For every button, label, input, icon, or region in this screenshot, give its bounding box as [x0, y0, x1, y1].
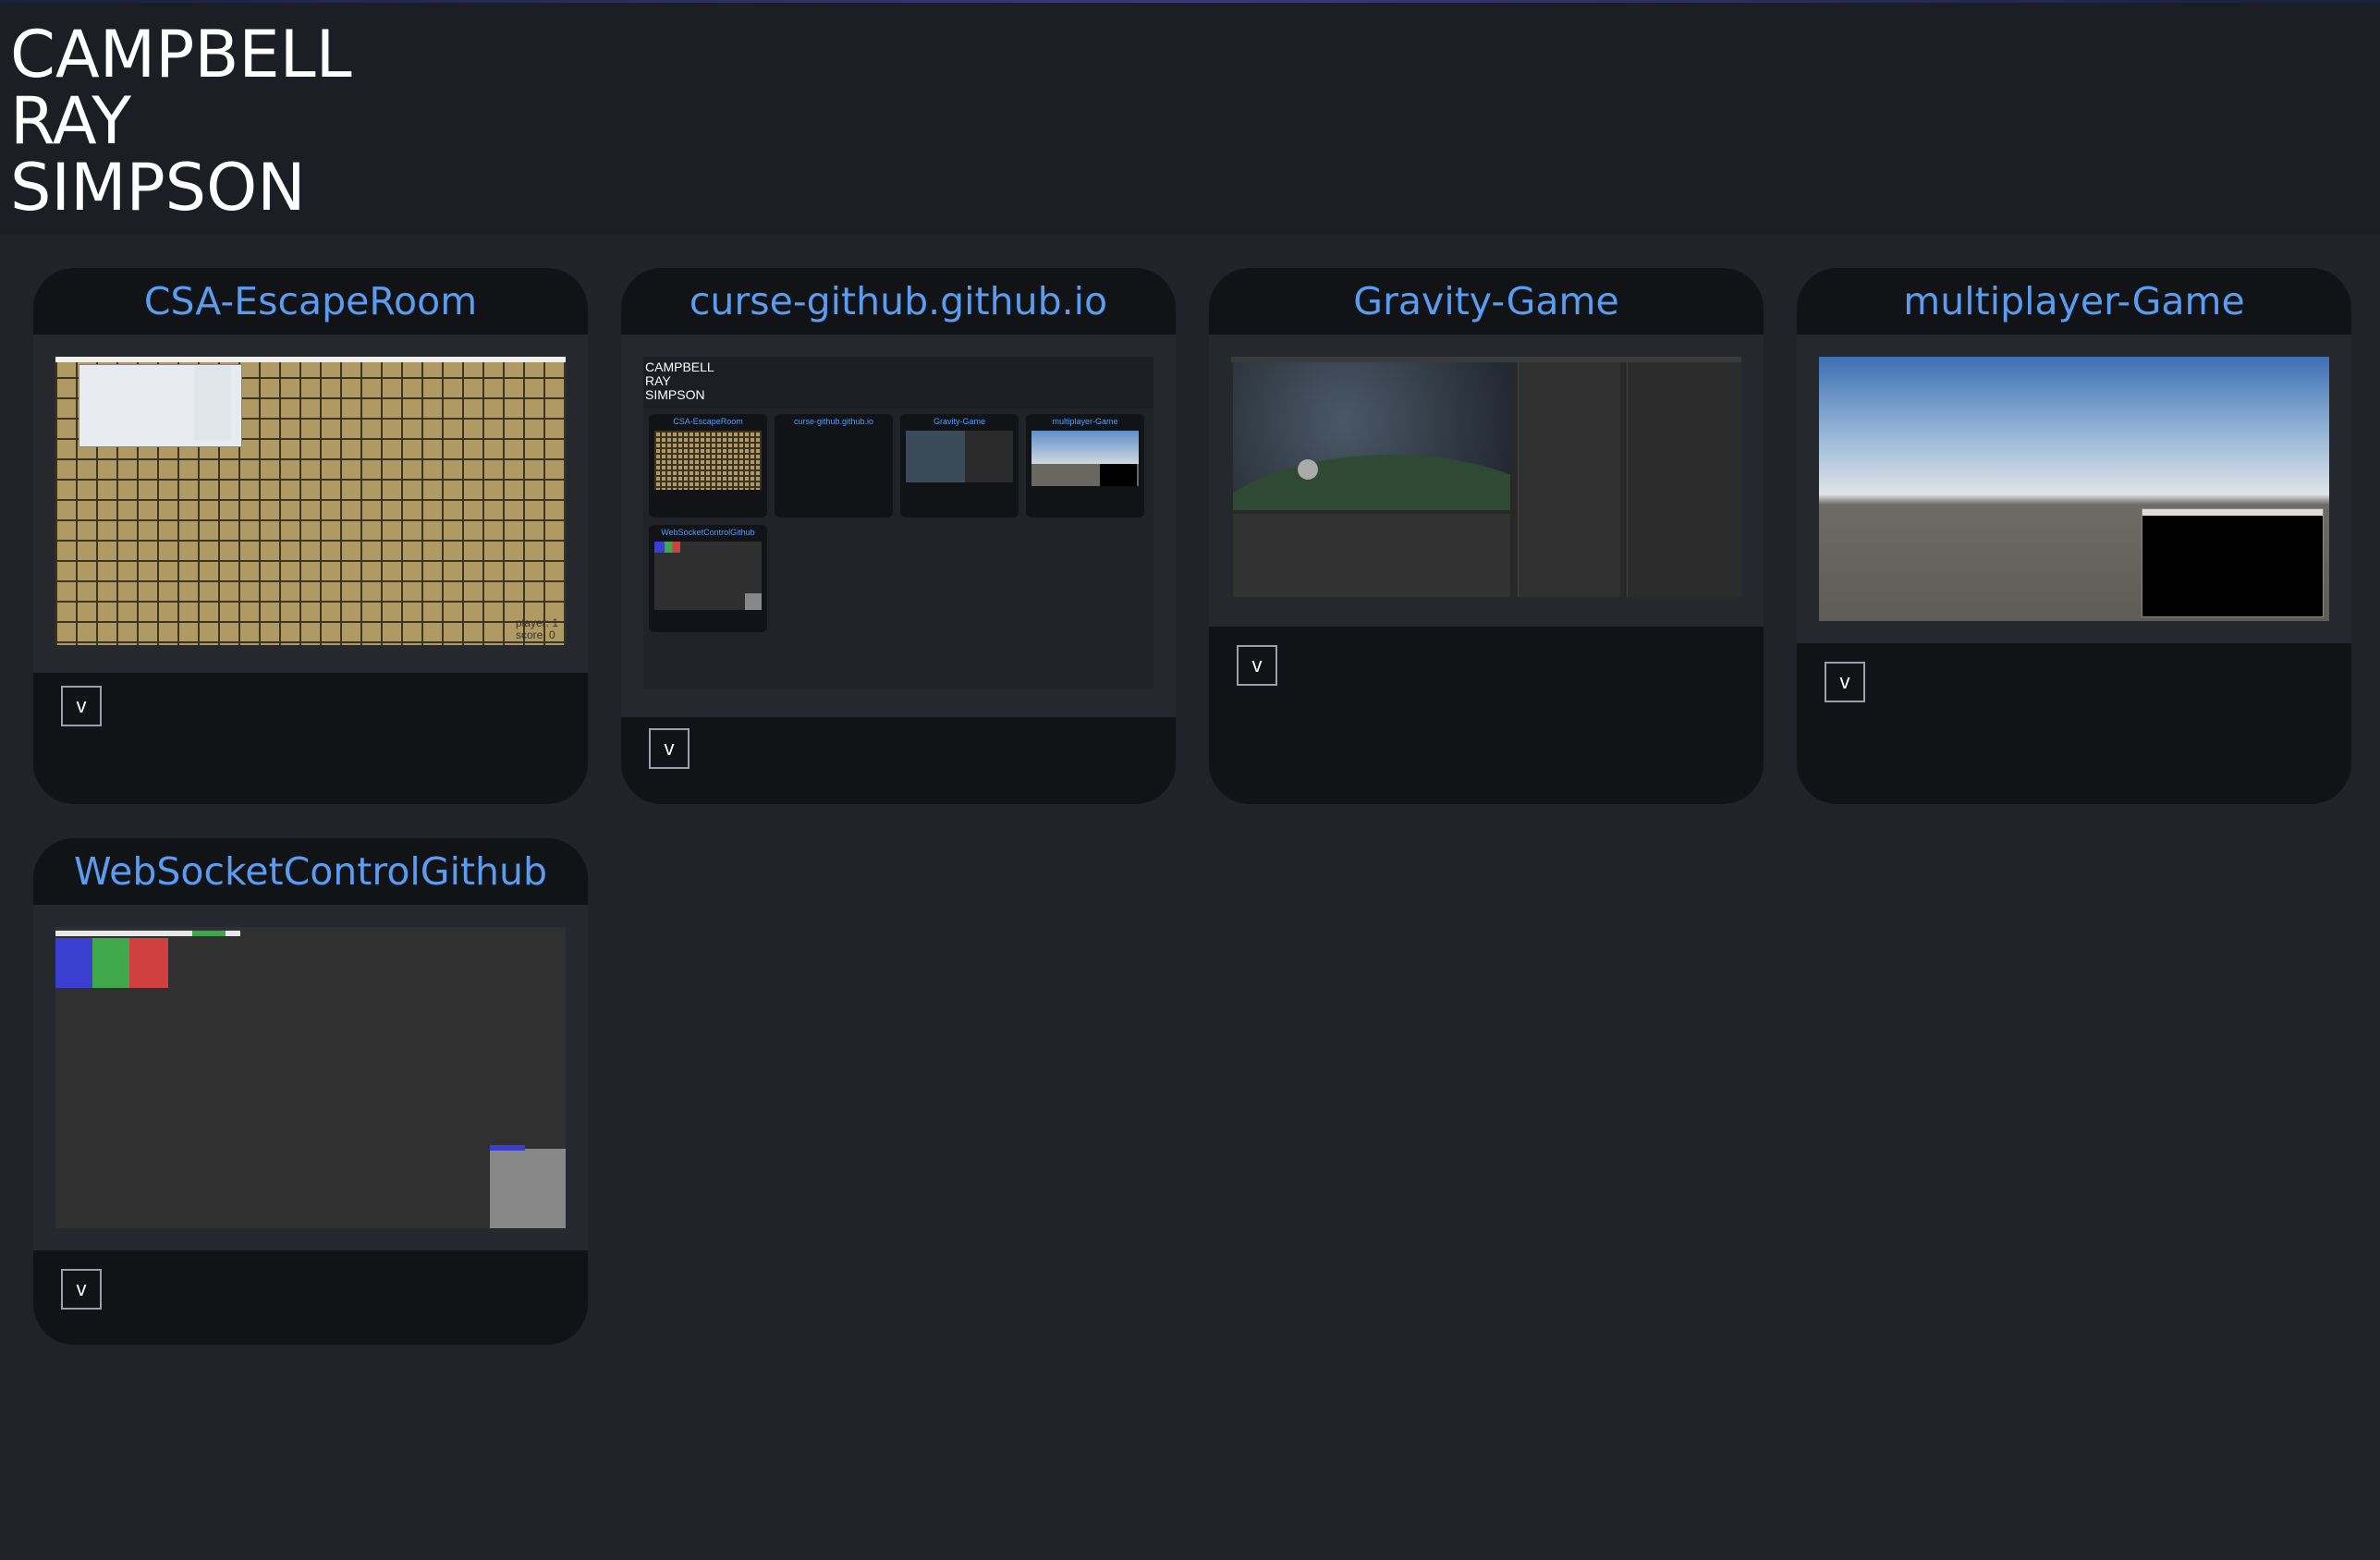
expand-toggle-button[interactable]: v — [1237, 645, 1277, 686]
project-preview: player: 1 score: 0 — [33, 335, 588, 673]
project-title-link[interactable]: multiplayer-Game — [1797, 268, 2351, 335]
control-pad-screenshot — [55, 927, 566, 1228]
escape-room-screenshot: player: 1 score: 0 — [55, 357, 566, 645]
project-card-gravity-game: Gravity-Game v — [1209, 268, 1764, 804]
mini-name-line-1: CAMPBELL — [645, 360, 714, 374]
name-line-2: RAY — [10, 83, 132, 159]
project-card-csa-escaperoom: CSA-EscapeRoom player: 1 score: 0 v — [33, 268, 588, 804]
mini-card: curse-github.github.io — [775, 414, 893, 518]
project-preview: CAMPBELL RAY SIMPSON CSA-EscapeRoom curs… — [621, 335, 1176, 717]
mini-card: multiplayer-Game — [1026, 414, 1144, 518]
name-line-1: CAMPBELL — [10, 17, 352, 92]
name-line-3: SIMPSON — [10, 150, 306, 225]
project-card-curse-github: curse-github.github.io CAMPBELL RAY SIMP… — [621, 268, 1176, 804]
mini-card: Gravity-Game — [900, 414, 1019, 518]
project-title-link[interactable]: Gravity-Game — [1209, 268, 1764, 335]
project-card-websocketcontrol: WebSocketControlGithub v — [33, 838, 588, 1345]
site-header: CAMPBELL RAY SIMPSON — [0, 3, 2380, 234]
project-card-multiplayer-game: multiplayer-Game v — [1797, 268, 2351, 804]
project-title-link[interactable]: curse-github.github.io — [621, 268, 1176, 335]
project-title-link[interactable]: CSA-EscapeRoom — [33, 268, 588, 335]
portfolio-page-screenshot: CAMPBELL RAY SIMPSON CSA-EscapeRoom curs… — [643, 357, 1153, 689]
project-preview — [33, 905, 588, 1250]
mini-card: WebSocketControlGithub — [649, 525, 767, 632]
mini-card: CSA-EscapeRoom — [649, 414, 767, 518]
unity-editor-screenshot — [1231, 357, 1741, 599]
expand-toggle-button[interactable]: v — [61, 1269, 102, 1310]
site-owner-name: CAMPBELL RAY SIMPSON — [10, 21, 352, 221]
mini-name-line-2: RAY — [645, 373, 671, 388]
escape-room-score: score: 0 — [515, 628, 555, 641]
project-preview — [1797, 335, 2351, 643]
expand-toggle-button[interactable]: v — [1825, 662, 1865, 702]
expand-toggle-button[interactable]: v — [649, 728, 690, 769]
mini-name-line-3: SIMPSON — [645, 387, 705, 402]
sky-and-console-screenshot — [1819, 357, 2329, 621]
expand-toggle-button[interactable]: v — [61, 686, 102, 726]
project-title-link[interactable]: WebSocketControlGithub — [33, 838, 588, 905]
project-preview — [1209, 335, 1764, 627]
